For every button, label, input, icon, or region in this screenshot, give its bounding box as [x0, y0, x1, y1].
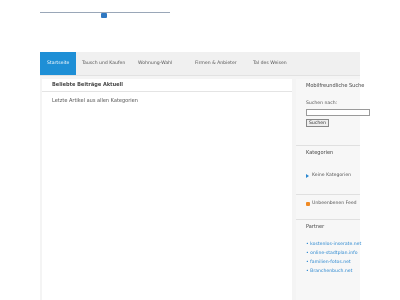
- nav-item-valley[interactable]: Tal des Weisen: [253, 52, 287, 75]
- nav-item-apartment[interactable]: Wohnung-Wahl: [138, 52, 172, 75]
- feed-link[interactable]: Unbeenbenen Feed: [312, 201, 357, 206]
- categories-widget: Kategorien Keine Kategorien: [296, 146, 360, 195]
- partner-link[interactable]: • Branchenbuch.net: [306, 269, 352, 274]
- nav-item-home[interactable]: Startseite: [40, 52, 77, 75]
- page-container: Startseite Tausch und Kaufen Wohnung-Wah…: [40, 52, 370, 300]
- main-heading: Beliebte Beiträge Aktuell: [42, 79, 292, 92]
- main-text: Letzte Artikel aus allen Kategorien: [52, 98, 138, 104]
- main-content: Beliebte Beiträge Aktuell Letzte Artikel…: [42, 79, 292, 300]
- search-widget: Mobilfreundliche Suche Suchen nach: Such…: [296, 79, 370, 146]
- home-icon[interactable]: [101, 13, 107, 18]
- nav-item-trade[interactable]: Tausch und Kaufen: [82, 52, 125, 75]
- partner-link[interactable]: • online-stadtplan.info: [306, 251, 358, 256]
- nav-item-companies[interactable]: Firmen & Anbieter: [195, 52, 237, 75]
- partner-widget: Partner • kostenlos-inserate.net • onlin…: [296, 220, 361, 300]
- partner-link[interactable]: • kostenlos-inserate.net: [306, 242, 361, 247]
- sidebar: Mobilfreundliche Suche Suchen nach: Such…: [296, 79, 370, 300]
- feed-widget: Unbeenbenen Feed: [296, 195, 360, 220]
- search-button[interactable]: Suchen: [306, 119, 330, 127]
- main-navigation: Startseite Tausch und Kaufen Wohnung-Wah…: [40, 52, 360, 76]
- partner-title: Partner: [306, 224, 325, 230]
- categories-item[interactable]: Keine Kategorien: [312, 173, 351, 178]
- categories-title: Kategorien: [306, 150, 334, 156]
- search-widget-title: Mobilfreundliche Suche: [306, 83, 365, 89]
- partner-link[interactable]: • familien-fotos.net: [306, 260, 351, 265]
- search-input[interactable]: [306, 109, 370, 116]
- search-label: Suchen nach:: [306, 101, 338, 106]
- rss-icon: [306, 202, 310, 206]
- arrow-right-icon: [306, 174, 309, 178]
